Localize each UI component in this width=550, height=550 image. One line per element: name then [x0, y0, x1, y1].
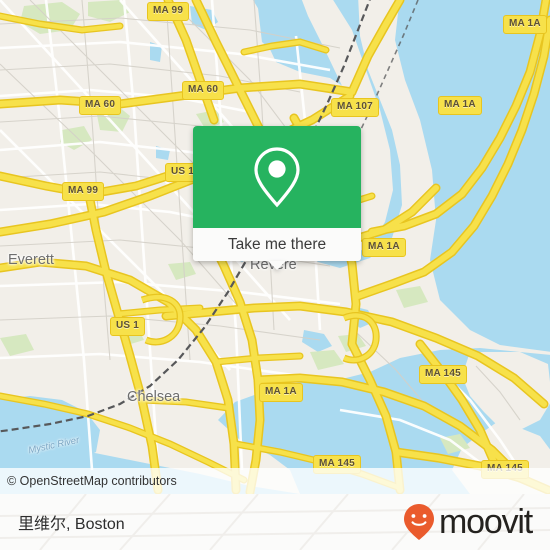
- screenshot-root: Everett Revere Chelsea Mystic River MA 9…: [0, 0, 550, 550]
- place-label-everett: Everett: [8, 252, 54, 268]
- moovit-brand[interactable]: moovit: [402, 503, 550, 541]
- place-label-chelsea: Chelsea: [127, 389, 181, 405]
- page-title: 里维尔, Boston: [18, 516, 125, 533]
- road-shield-ma-60-west[interactable]: MA 60: [79, 96, 122, 115]
- road-shield-us-1-south[interactable]: US 1: [110, 317, 146, 336]
- road-shield-ma-1a-north[interactable]: MA 1A: [503, 15, 547, 34]
- popup-pointer-tail: [268, 261, 286, 270]
- road-shield-ma-1a-mid[interactable]: MA 1A: [438, 96, 482, 115]
- map-pin-icon: [254, 147, 300, 208]
- osm-attribution-bar: © OpenStreetMap contributors: [0, 468, 550, 494]
- road-shield-ma-99-south[interactable]: MA 99: [62, 182, 105, 201]
- moovit-smiley-pin-icon: [404, 504, 435, 540]
- road-shield-ma-145-north[interactable]: MA 145: [419, 365, 467, 384]
- footer-bar: 里维尔, Boston moovit: [0, 494, 550, 550]
- take-me-there-label: Take me there: [227, 235, 327, 253]
- road-shield-ma-107[interactable]: MA 107: [331, 98, 379, 117]
- popup-icon-area: [193, 126, 361, 228]
- road-shield-ma-1a-center[interactable]: MA 1A: [362, 238, 406, 257]
- take-me-there-button[interactable]: Take me there: [193, 228, 361, 270]
- road-shield-ma-99-north[interactable]: MA 99: [147, 2, 190, 21]
- road-shield-ma-1a-south[interactable]: MA 1A: [259, 383, 303, 402]
- moovit-wordmark: moovit: [439, 503, 533, 541]
- osm-attribution-text[interactable]: © OpenStreetMap contributors: [0, 474, 177, 488]
- destination-popup-card[interactable]: Take me there: [193, 126, 361, 270]
- road-shield-ma-60-east[interactable]: MA 60: [182, 81, 225, 100]
